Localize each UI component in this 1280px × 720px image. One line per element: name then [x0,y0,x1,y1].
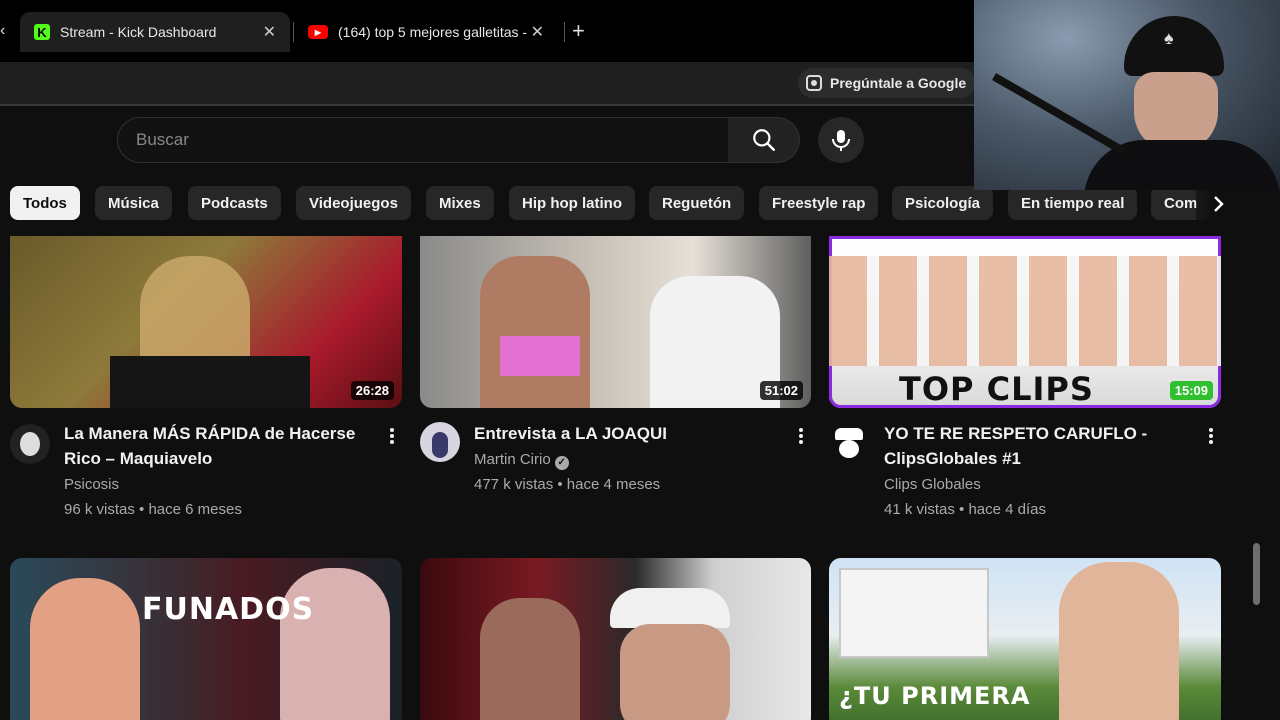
search-box[interactable] [117,117,729,163]
pink-top [500,336,580,376]
chevron-right-icon [1214,196,1224,212]
channel-name[interactable]: Clips Globales [884,472,981,497]
webcam-overlay: ♠ [974,0,1280,190]
chip-hip-hop-latino[interactable]: Hip hop latino [509,186,635,220]
video-thumbnail[interactable]: 26:28 [10,236,402,408]
chips-next-button[interactable] [1196,184,1240,224]
search-icon [752,129,775,151]
more-options-icon[interactable] [384,424,400,448]
house-image [839,568,989,658]
video-title-line: YO TE RE RESPETO CARUFLO - [884,424,1148,443]
person-left [30,578,140,720]
video-stats: 41 k vistas • hace 4 días [884,501,1047,518]
video-thumbnail[interactable]: TOP CLIPS 15:09 [829,236,1221,408]
video-title-line: ClipsGlobales #1 [884,449,1021,468]
video-duration: 15:09 [1169,381,1213,400]
tab-title: (164) top 5 mejores galletitas - [338,24,528,40]
voice-search-button[interactable] [818,117,864,163]
chip-mixes[interactable]: Mixes [426,186,494,220]
category-chip-bar: Todos Música Podcasts Videojuegos Mixes … [0,184,1240,224]
chip-en-tiempo-real[interactable]: En tiempo real [1008,186,1138,220]
video-title-line: La Manera MÁS RÁPIDA de Hacerse [64,424,356,443]
video-duration: 26:28 [350,381,394,400]
video-title[interactable]: Entrevista a LA JOAQUI [474,421,784,446]
video-title-line: Entrevista a LA JOAQUI [474,424,668,443]
search-button[interactable] [728,117,800,163]
person-left [480,256,590,408]
tab-title: Stream - Kick Dashboard [60,24,217,40]
tab-scroll-left-icon[interactable]: ‹ [0,22,5,40]
chip-videojuegos[interactable]: Videojuegos [296,186,411,220]
search-input[interactable] [136,130,728,150]
youtube-icon: ▶ [308,25,328,39]
chip-psicologia[interactable]: Psicología [892,186,994,220]
chip-todos[interactable]: Todos [10,186,80,220]
video-title[interactable]: La Manera MÁS RÁPIDA de Hacerse Rico – M… [64,421,374,471]
google-lens-icon [806,75,822,91]
scrollbar-thumb[interactable] [1253,543,1260,605]
thumbnail-caption: TOP CLIPS [899,370,1094,408]
white-cap [610,588,730,628]
video-stats: 477 k vistas • hace 4 meses [474,476,661,493]
suit-figure [110,356,310,408]
person-right [1059,562,1179,720]
ask-google-button[interactable]: Pregúntale a Google [798,68,977,98]
spade-icon: ♠ [1164,28,1174,48]
tab-divider [564,22,565,42]
thumbnail-caption: FUNADOS [142,592,315,627]
person-right [280,568,390,720]
person-left [480,598,580,720]
channel-avatar[interactable] [829,422,869,462]
person-right [620,624,730,720]
chip-freestyle-rap[interactable]: Freestyle rap [759,186,879,220]
video-title-line: Rico – Maquiavelo [64,449,213,468]
close-tab-icon[interactable]: ✕ [531,22,544,42]
verified-badge-icon: ✓ [554,456,569,470]
microphone-icon [832,130,850,151]
video-title[interactable]: YO TE RE RESPETO CARUFLO - ClipsGlobales… [884,421,1194,471]
kick-icon: K [34,24,50,40]
chip-musica[interactable]: Música [95,186,172,220]
ask-google-label: Pregúntale a Google [830,75,967,91]
tab-kick-dashboard[interactable]: K Stream - Kick Dashboard ✕ [20,12,290,52]
faces-grid [829,256,1221,366]
close-tab-icon[interactable]: ✕ [263,22,276,42]
video-thumbnail[interactable] [420,558,811,720]
thumbnail-caption: ¿TU PRIMERA [839,682,1031,710]
video-duration: 51:02 [759,381,803,400]
new-tab-icon[interactable]: + [572,20,585,42]
channel-avatar[interactable] [10,424,50,464]
video-stats: 96 k vistas • hace 6 meses [64,501,242,518]
more-options-icon[interactable] [793,424,809,448]
channel-avatar[interactable] [420,422,460,462]
channel-name[interactable]: Martin Cirio ✓ [474,447,569,472]
channel-name-text: Martin Cirio [474,451,551,468]
chip-podcasts[interactable]: Podcasts [188,186,281,220]
page-scrollbar[interactable] [1248,236,1262,720]
video-thumbnail[interactable]: 51:02 [420,236,811,408]
channel-name[interactable]: Psicosis [64,472,119,497]
chip-regueton[interactable]: Reguetón [649,186,745,220]
tab-youtube[interactable]: ▶ (164) top 5 mejores galletitas - ✕ [294,12,558,52]
video-thumbnail[interactable]: ¿TU PRIMERA [829,558,1221,720]
more-options-icon[interactable] [1203,424,1219,448]
video-thumbnail[interactable]: FUNADOS [10,558,402,720]
